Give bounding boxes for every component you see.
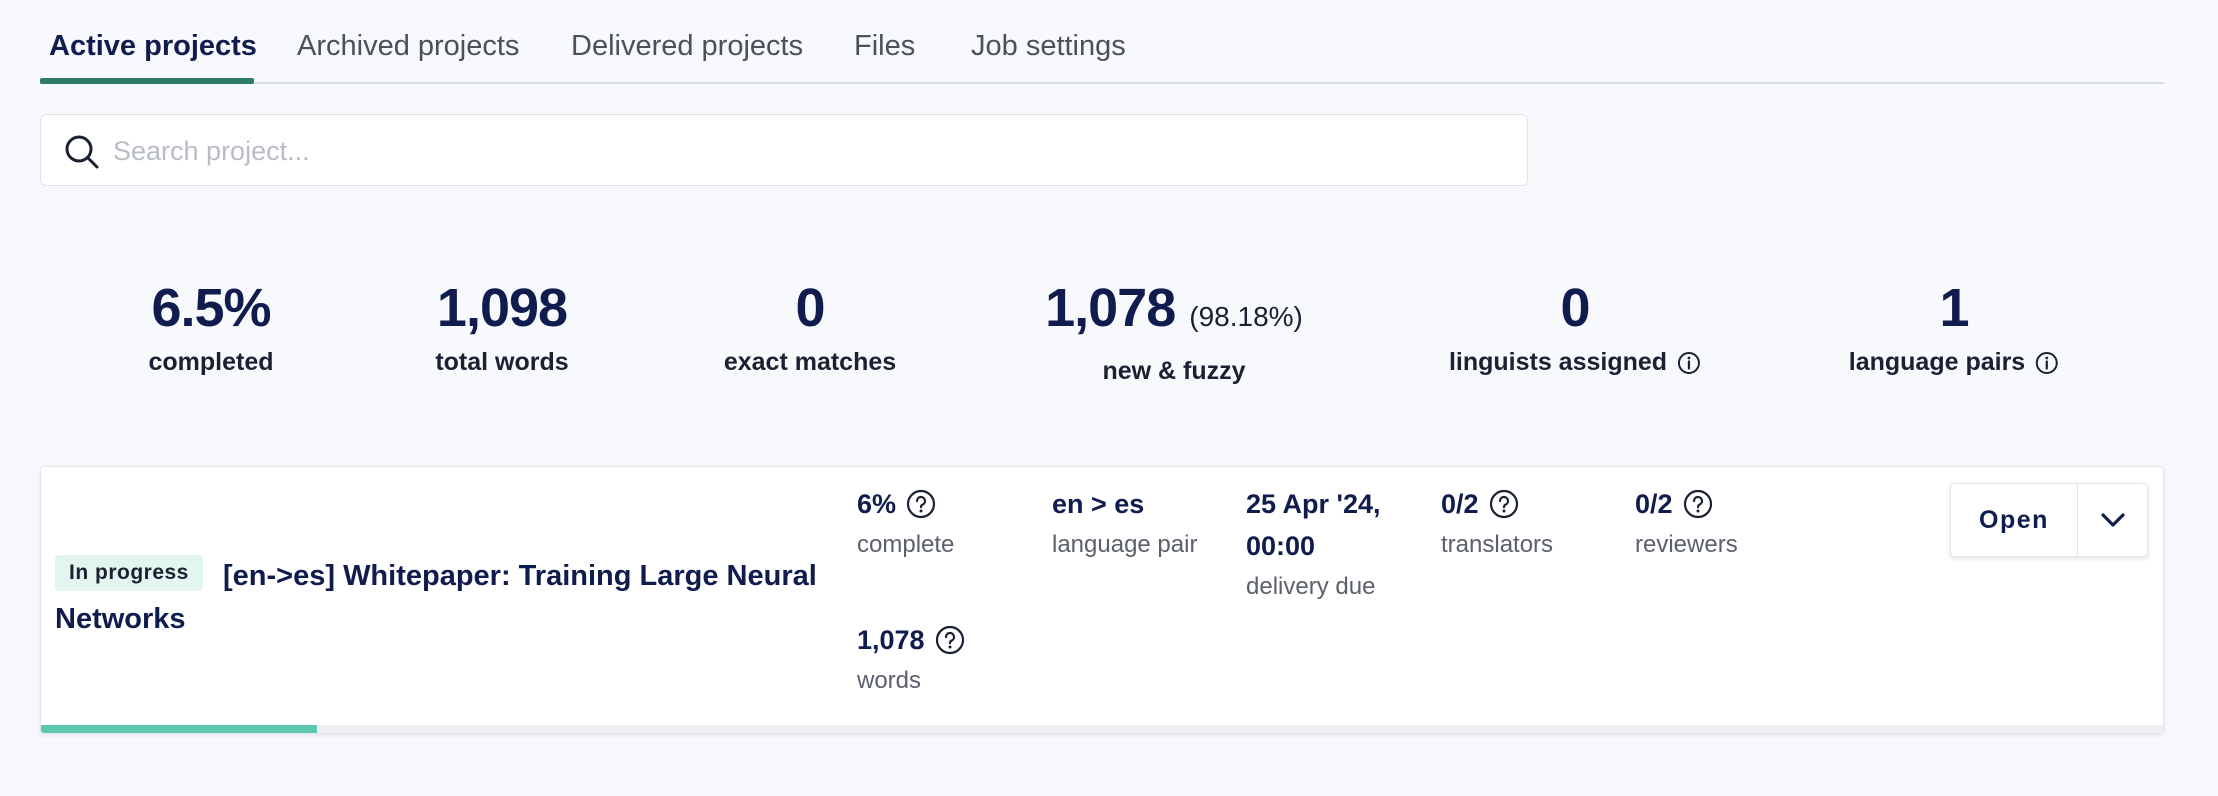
active-tab-indicator [40,78,254,84]
project-language-pair: en > es language pair [1052,483,1197,565]
project-progress-fill [41,725,317,733]
project-words-label: words [857,667,922,694]
project-complete-label: complete [857,531,955,558]
project-words-value: 1,078 [857,625,925,655]
project-delivery-date: 25 Apr '24, [1246,489,1381,519]
stat-language-pairs-label: language pairs [1848,348,2026,376]
stat-language-pairs-value: 1 [1939,278,1969,338]
stat-exact-matches: 0 exact matches [724,276,896,377]
search-icon [65,135,99,169]
project-delivery-time: 00:00 [1246,531,1316,561]
tab-archived-projects[interactable]: Archived projects [297,30,519,63]
project-complete: 6% complete [857,483,954,565]
tab-files[interactable]: Files [854,30,915,63]
project-delivery: 25 Apr '24, 00:00 delivery due [1246,483,1381,607]
tab-delivered-projects[interactable]: Delivered projects [571,30,803,63]
tab-active-projects[interactable]: Active projects [49,30,257,63]
project-translators-label: translators [1441,531,1554,558]
stat-new-fuzzy-value: 1,078 [1045,278,1176,338]
stat-completed: 6.5% completed [148,276,273,377]
stat-completed-value: 6.5% [151,278,271,338]
stat-exact-matches-value: 0 [795,278,825,338]
project-language-pair-label: language pair [1052,531,1198,558]
project-translators: 0/2 translators [1441,483,1553,565]
open-button-group: Open [1950,483,2148,557]
stat-new-fuzzy: 1,078 (98.18%) new & fuzzy [1045,276,1303,386]
stat-linguists-assigned-value: 0 [1560,278,1590,338]
project-delivery-label: delivery due [1246,573,1376,600]
info-icon[interactable] [1677,351,1701,375]
tab-job-settings[interactable]: Job settings [971,30,1126,63]
stat-total-words-label: total words [435,348,569,376]
project-progress-bar [41,725,2163,733]
project-reviewers-label: reviewers [1635,531,1738,558]
help-icon[interactable] [1683,489,1713,519]
open-button[interactable]: Open [1951,484,2077,556]
help-icon[interactable] [1489,489,1519,519]
help-icon[interactable] [906,489,936,519]
project-reviewers: 0/2 reviewers [1635,483,1738,565]
stat-linguists-assigned: 0 linguists assigned [1449,276,1701,377]
stat-linguists-assigned-label: linguists assigned [1448,348,1668,376]
chevron-down-icon [2100,513,2125,527]
tab-bar: Active projects Archived projects Delive… [40,18,2164,84]
project-translators-value: 0/2 [1441,489,1479,519]
stat-language-pairs: 1 language pairs [1849,276,2059,377]
project-complete-value: 6% [857,489,897,519]
project-words: 1,078 words [857,619,965,701]
stat-exact-matches-label: exact matches [723,348,897,376]
project-card: [en->es] Whitepaper: Training Large Neur… [40,466,2164,734]
stat-new-fuzzy-percent: (98.18%) [1189,301,1303,332]
info-icon[interactable] [2035,351,2059,375]
stat-total-words: 1,098 total words [435,276,568,377]
options-dropdown-button[interactable] [2077,484,2147,556]
help-icon[interactable] [935,625,965,655]
search-input[interactable] [111,115,1495,187]
status-badge: In progress [55,555,203,591]
project-language-pair-value: en > es [1052,489,1145,519]
project-reviewers-value: 0/2 [1635,489,1673,519]
stat-new-fuzzy-label: new & fuzzy [1102,357,1246,385]
stat-completed-label: completed [148,348,274,376]
stat-total-words-value: 1,098 [436,278,568,338]
search-box [40,114,1528,187]
